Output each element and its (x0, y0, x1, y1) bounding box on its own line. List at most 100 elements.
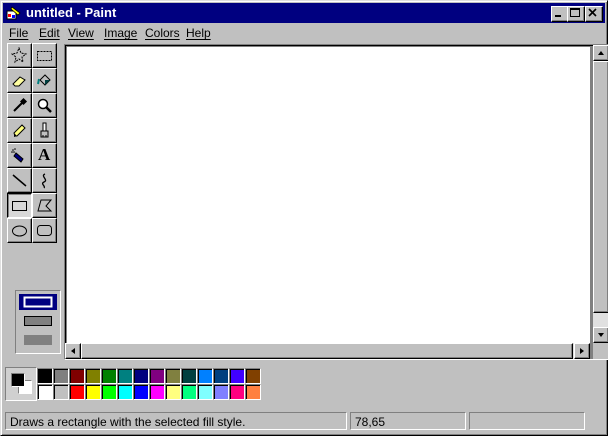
eraser-icon (12, 76, 26, 87)
paint-bucket-icon (37, 74, 51, 86)
menu-edit[interactable]: Edit (39, 26, 60, 40)
tool-airbrush[interactable] (7, 143, 32, 168)
arrow-left-icon (71, 348, 75, 354)
scroll-down-button[interactable] (593, 327, 608, 343)
palette-swatch[interactable] (101, 368, 117, 384)
palette-swatch[interactable] (229, 384, 245, 400)
magnifier-icon (37, 98, 52, 113)
palette-swatch[interactable] (69, 384, 85, 400)
palette-swatch[interactable] (213, 384, 229, 400)
eyedropper-icon (13, 97, 28, 112)
outline-swatch (23, 296, 53, 308)
palette-swatch[interactable] (37, 384, 53, 400)
tool-magnifier[interactable] (32, 93, 57, 118)
tool-pick-color[interactable] (7, 93, 32, 118)
current-colors-indicator (5, 367, 37, 401)
scroll-left-button[interactable] (65, 343, 81, 359)
close-icon (588, 8, 597, 17)
tool-rectangle[interactable] (7, 193, 32, 218)
tool-text[interactable]: A (32, 143, 57, 168)
foreground-color-swatch (11, 373, 25, 387)
palette-swatch[interactable] (197, 384, 213, 400)
horizontal-scrollbar[interactable] (65, 343, 590, 359)
tool-eraser[interactable] (7, 68, 32, 93)
palette-swatch[interactable] (197, 368, 213, 384)
menu-file[interactable]: File (9, 26, 28, 40)
title-bar[interactable]: untitled - Paint (3, 3, 605, 23)
tool-line[interactable] (7, 168, 32, 193)
tool-pencil[interactable] (7, 118, 32, 143)
palette-swatch[interactable] (245, 384, 261, 400)
status-size (469, 412, 585, 430)
palette-swatch[interactable] (37, 368, 53, 384)
tool-free-form-select[interactable] (7, 43, 32, 68)
polygon-icon (37, 199, 53, 212)
palette-swatch[interactable] (133, 384, 149, 400)
menu-help[interactable]: Help (186, 26, 211, 40)
arrow-down-icon (598, 333, 604, 337)
rounded-rectangle-icon (37, 225, 52, 236)
drawing-canvas[interactable] (67, 47, 590, 343)
vertical-scrollbar[interactable] (593, 45, 608, 343)
status-bar: Draws a rectangle with the selected fill… (3, 411, 605, 433)
palette-swatch[interactable] (85, 368, 101, 384)
palette-swatch[interactable] (133, 368, 149, 384)
palette-swatch[interactable] (213, 368, 229, 384)
menu-bar: File Edit View Image Colors Help (3, 24, 605, 42)
palette-swatch[interactable] (85, 384, 101, 400)
palette-swatch[interactable] (181, 368, 197, 384)
tool-rounded-rectangle[interactable] (32, 218, 57, 243)
palette-swatch[interactable] (117, 368, 133, 384)
maximize-icon (570, 8, 580, 17)
status-message: Draws a rectangle with the selected fill… (5, 412, 347, 430)
palette-swatch[interactable] (53, 368, 69, 384)
window-title: untitled - Paint (26, 5, 117, 20)
horizontal-scroll-thumb[interactable] (81, 343, 573, 359)
menu-image[interactable]: Image (104, 26, 137, 40)
arrow-up-icon (598, 51, 604, 55)
paint-app-icon[interactable] (6, 5, 22, 21)
tool-polygon[interactable] (32, 193, 57, 218)
tool-ellipse[interactable] (7, 218, 32, 243)
status-coordinates: 78,65 (350, 412, 466, 430)
tool-fill-with-color[interactable] (32, 68, 57, 93)
palette-swatch[interactable] (69, 368, 85, 384)
fill-style-outline[interactable] (19, 294, 57, 310)
toolbox: A (5, 43, 61, 359)
palette-swatch[interactable] (101, 384, 117, 400)
tool-select[interactable] (32, 43, 57, 68)
palette-swatch[interactable] (181, 384, 197, 400)
filled-swatch (24, 335, 52, 345)
scroll-right-button[interactable] (574, 343, 590, 359)
tool-curve[interactable] (32, 168, 57, 193)
scroll-up-button[interactable] (593, 45, 608, 61)
brush-icon (40, 122, 49, 138)
outline-filled-swatch (24, 316, 52, 326)
menu-colors[interactable]: Colors (145, 26, 180, 40)
maximize-button[interactable] (567, 6, 585, 22)
palette-swatch[interactable] (245, 368, 261, 384)
close-button[interactable] (585, 6, 603, 22)
palette-swatch[interactable] (149, 368, 165, 384)
tool-brush[interactable] (32, 118, 57, 143)
rect-select-icon (37, 51, 52, 61)
palette-swatch[interactable] (165, 368, 181, 384)
palette-swatch[interactable] (117, 384, 133, 400)
palette-swatch[interactable] (149, 384, 165, 400)
line-icon (12, 174, 27, 187)
fill-style-outline-filled[interactable] (19, 313, 57, 329)
arrow-right-icon (580, 348, 584, 354)
pencil-icon (13, 124, 26, 137)
scroll-corner (593, 343, 608, 359)
text-icon: A (38, 145, 51, 164)
palette-swatch[interactable] (229, 368, 245, 384)
canvas-scroll-area (64, 44, 608, 360)
free-form-select-icon (11, 47, 28, 64)
color-box (3, 361, 605, 407)
vertical-scroll-thumb[interactable] (593, 61, 608, 313)
fill-style-filled[interactable] (19, 332, 57, 348)
palette-swatch[interactable] (53, 384, 69, 400)
menu-view[interactable]: View (68, 26, 94, 40)
palette-swatch[interactable] (165, 384, 181, 400)
paint-window: untitled - Paint File Edit View Image Co… (0, 0, 608, 436)
